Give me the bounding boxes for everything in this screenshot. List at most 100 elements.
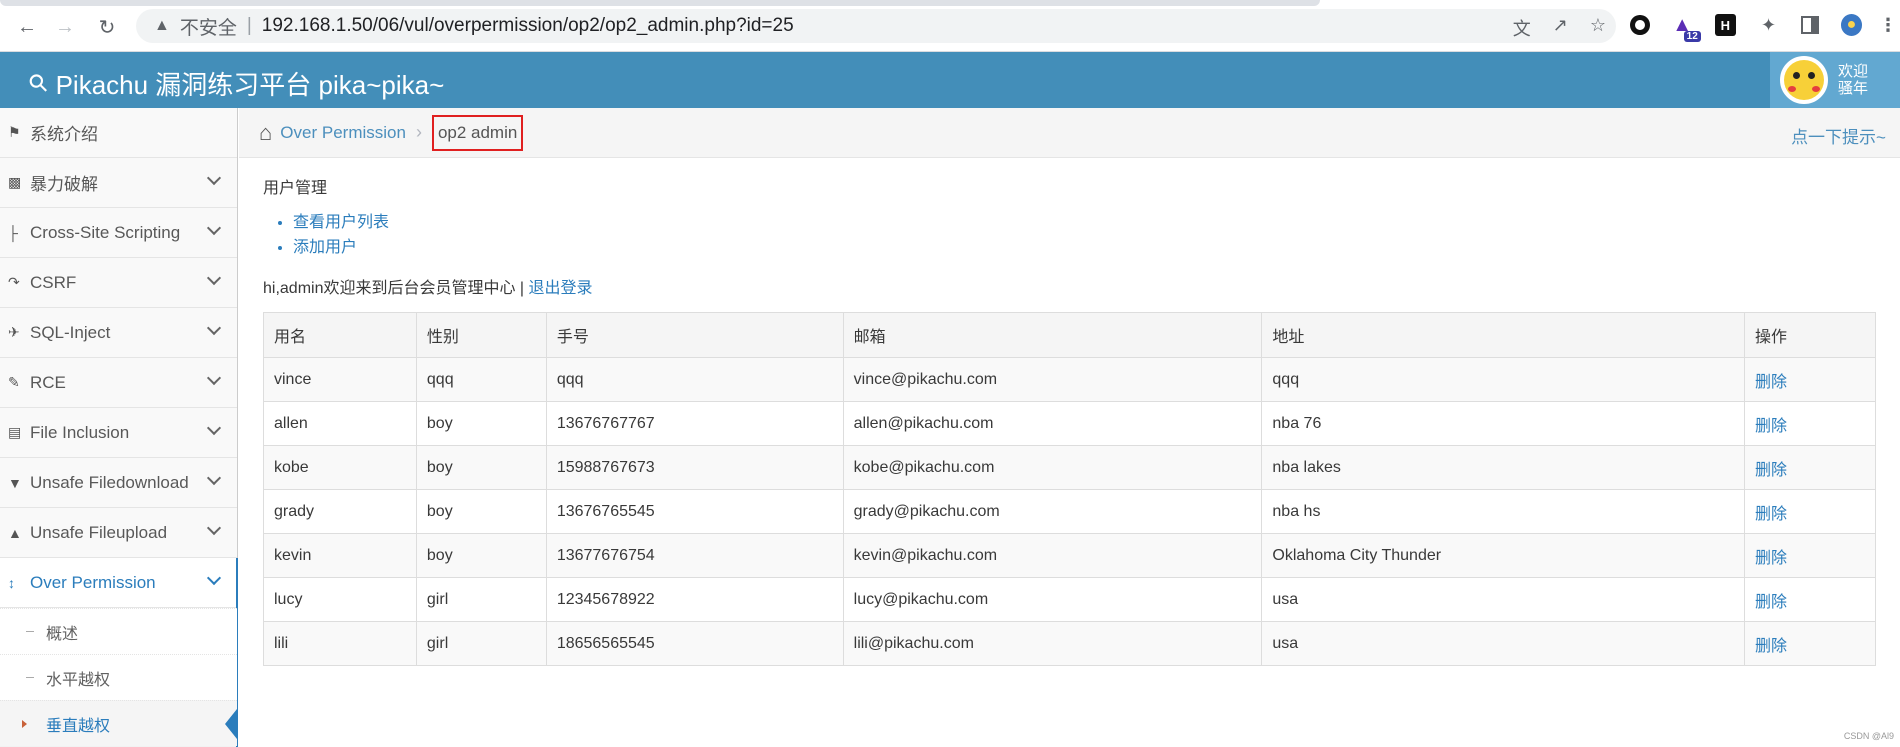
- tags-icon: ⚑: [8, 124, 21, 140]
- table-header-row: 用名 性别 手号 邮箱 地址 操作: [263, 312, 1876, 358]
- column-header-action: 操作: [1744, 312, 1876, 358]
- share-icon: ↷: [8, 274, 20, 290]
- sidebar-subitem-overview[interactable]: 概述: [0, 608, 237, 654]
- delete-link[interactable]: 删除: [1744, 401, 1876, 446]
- sidebar-item-sql-inject[interactable]: ✈ SQL-Inject: [0, 308, 237, 358]
- add-user-link[interactable]: 添加用户: [293, 239, 357, 256]
- file-icon: ▤: [8, 424, 22, 440]
- users-table: 用名 性别 手号 邮箱 地址 操作 vince qqq qqq vince@pi…: [263, 312, 1876, 666]
- chevron-down-icon: [206, 320, 222, 336]
- column-header-gender: 性别: [415, 312, 547, 358]
- cell-gender: girl: [415, 577, 547, 622]
- sidebar-item-brute-force[interactable]: ▩ 暴力破解: [0, 158, 237, 208]
- extension-badge: 12: [1683, 31, 1701, 42]
- extensions-puzzle-icon[interactable]: ✦: [1758, 14, 1779, 36]
- share-page-icon[interactable]: ↗: [1553, 15, 1568, 41]
- profile-avatar-icon[interactable]: ●: [1840, 14, 1862, 36]
- cell-address: nba hs: [1261, 489, 1746, 534]
- pikachu-avatar: [1780, 56, 1828, 104]
- breadcrumb-separator-icon: ›: [415, 122, 422, 142]
- sidebar-item-csrf[interactable]: ↷ CSRF: [0, 258, 237, 308]
- warning-icon: ▲: [154, 17, 170, 34]
- cell-email: vince@pikachu.com: [842, 357, 1263, 402]
- sidebar-item-rce[interactable]: ✎ RCE: [0, 358, 237, 408]
- forward-icon[interactable]: →: [52, 14, 78, 40]
- key-icon: ⚲: [23, 67, 55, 100]
- table-row: lucy girl 12345678922 lucy@pikachu.com u…: [263, 577, 1876, 622]
- sidebar-item-file-inclusion[interactable]: ▤ File Inclusion: [0, 408, 237, 458]
- sidebar-item-over-permission[interactable]: ↕ Over Permission: [0, 558, 238, 747]
- url-text[interactable]: 192.168.1.50/06/vul/overpermission/op2/o…: [262, 15, 794, 37]
- table-row: vince qqq qqq vince@pikachu.com qqq 删除: [263, 357, 1876, 402]
- column-header-name: 用名: [263, 312, 417, 358]
- chevron-down-icon: [206, 570, 222, 586]
- text-height-icon: ↕: [8, 574, 15, 591]
- sidebar-item-unsafe-fileupload[interactable]: ▲ Unsafe Fileupload: [0, 508, 237, 558]
- url-separator: |: [246, 15, 252, 36]
- sitemap-icon: ├: [8, 224, 18, 241]
- translate-icon[interactable]: 文: [1513, 15, 1531, 41]
- cell-phone: 13676767767: [545, 401, 844, 446]
- delete-link[interactable]: 删除: [1744, 357, 1876, 402]
- chevron-down-icon: [206, 520, 222, 536]
- chevron-down-icon: [206, 470, 222, 486]
- address-bar[interactable]: ▲ 不安全 | 192.168.1.50/06/vul/overpermissi…: [136, 9, 1616, 43]
- table-row: kevin boy 13677676754 kevin@pikachu.com …: [263, 533, 1876, 578]
- view-users-link[interactable]: 查看用户列表: [293, 214, 389, 231]
- user-menu[interactable]: 欢迎 骚年: [1770, 52, 1900, 108]
- reload-icon[interactable]: ↻: [94, 14, 120, 40]
- cell-address: nba 76: [1261, 401, 1746, 446]
- app-brand[interactable]: ⚲ Pikachu 漏洞练习平台 pika~pika~: [23, 65, 445, 102]
- chevron-down-icon: [206, 220, 222, 236]
- sidebar-item-xss[interactable]: ├ Cross-Site Scripting: [0, 208, 237, 258]
- logout-link[interactable]: 退出登录: [529, 280, 593, 297]
- delete-link[interactable]: 删除: [1744, 533, 1876, 578]
- breadcrumb-current: op2 admin: [431, 114, 524, 151]
- plane-icon: ✈: [8, 324, 20, 340]
- extension-circle-icon[interactable]: [1629, 15, 1650, 35]
- extension-graduation-cap-icon[interactable]: ▲ 12: [1672, 14, 1701, 42]
- delete-link[interactable]: 删除: [1744, 445, 1876, 490]
- cell-phone: 15988767673: [545, 445, 844, 490]
- browser-toolbar: ← → ↻ ▲ 不安全 | 192.168.1.50/06/vul/overpe…: [0, 0, 1900, 52]
- home-icon[interactable]: ⌂: [259, 120, 272, 146]
- sidebar-item-intro[interactable]: ⚑ 系统介绍: [0, 108, 237, 158]
- sidebar-subitem-vertical[interactable]: 垂直越权: [0, 700, 237, 746]
- chevron-down-icon: [206, 170, 222, 186]
- chevron-down-icon: [206, 370, 222, 386]
- cell-gender: girl: [415, 621, 547, 666]
- admin-links: 查看用户列表 添加用户: [293, 210, 1876, 260]
- delete-link[interactable]: 删除: [1744, 489, 1876, 534]
- browser-menu-icon[interactable]: ⋮: [1879, 14, 1897, 36]
- cell-address: qqq: [1261, 357, 1746, 402]
- cell-gender: qqq: [415, 357, 547, 402]
- delete-link[interactable]: 删除: [1744, 577, 1876, 622]
- chevron-down-icon: [206, 270, 222, 286]
- greeting-line: hi,admin欢迎来到后台会员管理中心 | 退出登录: [263, 274, 1876, 298]
- extension-h-icon[interactable]: H: [1714, 14, 1736, 36]
- watermark: CSDN @Al9: [1843, 731, 1894, 741]
- delete-link[interactable]: 删除: [1744, 621, 1876, 666]
- sidebar-subitem-horizontal[interactable]: 水平越权: [0, 654, 237, 700]
- side-panel-icon[interactable]: [1801, 16, 1819, 34]
- column-header-email: 邮箱: [842, 312, 1263, 358]
- sidebar-item-unsafe-filedownload[interactable]: ▼ Unsafe Filedownload: [0, 458, 237, 508]
- cell-phone: 12345678922: [545, 577, 844, 622]
- lock-icon: ▩: [8, 174, 22, 190]
- cell-phone: 13676765545: [545, 489, 844, 534]
- back-icon[interactable]: ←: [14, 14, 40, 40]
- chevron-down-icon: [206, 420, 222, 436]
- pencil-icon: ✎: [8, 374, 20, 390]
- table-row: kobe boy 15988767673 kobe@pikachu.com nb…: [263, 445, 1876, 490]
- hint-link[interactable]: 点一下提示~: [1791, 123, 1886, 148]
- app-title: Pikachu 漏洞练习平台 pika~pika~: [55, 70, 445, 100]
- cell-gender: boy: [415, 489, 547, 534]
- cell-username: lili: [263, 621, 417, 666]
- column-header-phone: 手号: [545, 312, 844, 358]
- cell-gender: boy: [415, 533, 547, 578]
- cell-username: allen: [263, 401, 417, 446]
- bookmark-star-icon[interactable]: ☆: [1590, 15, 1606, 41]
- breadcrumb-parent-link[interactable]: Over Permission: [280, 123, 406, 143]
- cell-username: kobe: [263, 445, 417, 490]
- app-header: ⚲ Pikachu 漏洞练习平台 pika~pika~ 欢迎 骚年: [0, 52, 1900, 108]
